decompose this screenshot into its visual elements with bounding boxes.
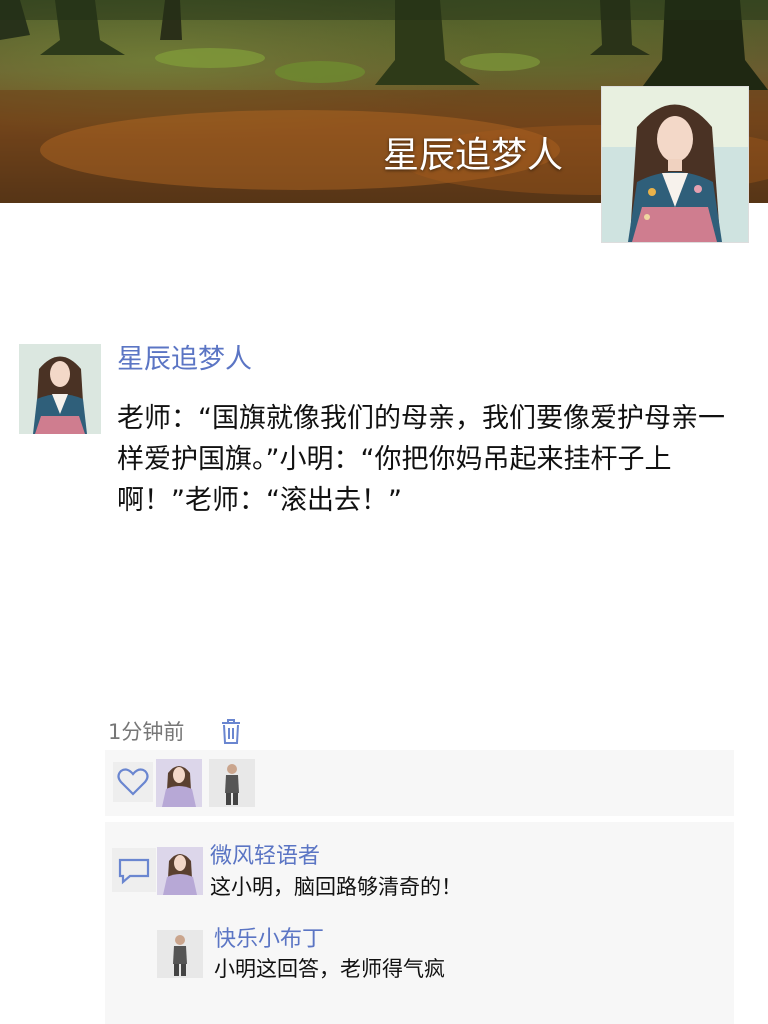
like-avatar-suit-man[interactable] bbox=[209, 759, 255, 807]
post-author-avatar[interactable] bbox=[19, 344, 101, 434]
comment-bubble-icon[interactable] bbox=[112, 848, 156, 892]
comment-author[interactable]: 微风轻语者 bbox=[210, 842, 320, 872]
post-author-name[interactable]: 星辰追梦人 bbox=[117, 338, 252, 382]
like-avatar-hanbok-girl[interactable] bbox=[156, 759, 202, 807]
comment-avatar-1[interactable] bbox=[157, 847, 203, 895]
comment-avatar-2[interactable] bbox=[157, 930, 203, 978]
comment-text: 这小明，脑回路够清奇的！ bbox=[210, 875, 462, 899]
post-timestamp: 1分钟前 bbox=[108, 720, 185, 744]
heart-icon[interactable] bbox=[113, 762, 153, 802]
trash-icon[interactable] bbox=[220, 717, 242, 745]
post-body: 老师：“国旗就像我们的母亲，我们要像爱护母亲一样爱护国旗。”小明：“你把你妈吊起… bbox=[117, 403, 725, 516]
hanbok-girl-avatar bbox=[19, 344, 101, 434]
comment-author[interactable]: 快乐小布丁 bbox=[214, 925, 324, 955]
profile-avatar[interactable] bbox=[601, 86, 749, 243]
comment-text: 小明这回答，老师得气疯 bbox=[214, 957, 445, 981]
cover-profile-name: 星辰追梦人 bbox=[383, 135, 564, 176]
hanbok-girl-portrait bbox=[602, 87, 748, 242]
